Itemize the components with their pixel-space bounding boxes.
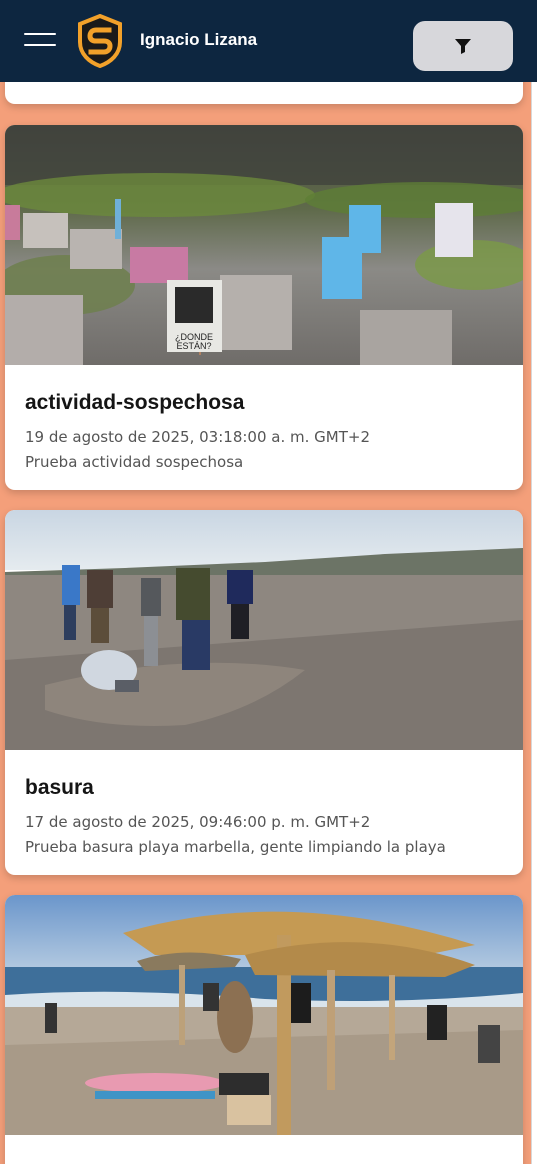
page: Ignacio Lizana ¿DONDE ESTÁN? actividad-s… <box>0 0 537 1164</box>
card-image: ¿DONDE ESTÁN? <box>5 125 523 365</box>
shield-s-logo <box>78 14 122 68</box>
card-image <box>5 510 523 750</box>
user-name: Ignacio Lizana <box>140 30 258 49</box>
card-date: 19 de agosto de 2025, 03:18:00 a. m. GMT… <box>25 428 370 446</box>
hamburger-menu-icon[interactable] <box>24 30 56 52</box>
card-activity[interactable]: ¿DONDE ESTÁN? actividad-sospechosa 19 de… <box>5 125 523 490</box>
card-trash[interactable]: basura 17 de agosto de 2025, 09:46:00 p.… <box>5 510 523 875</box>
svg-text:ESTÁN?: ESTÁN? <box>176 341 211 351</box>
scrollbar[interactable] <box>531 82 537 1164</box>
card-title: basura <box>25 776 94 799</box>
funnel-filter-icon <box>455 39 471 54</box>
filter-button[interactable] <box>413 21 513 71</box>
card-image <box>5 895 523 1135</box>
app-header: Ignacio Lizana <box>0 0 537 82</box>
card-description: Prueba actividad sospechosa <box>25 453 244 471</box>
card-title: actividad-sospechosa <box>25 391 245 414</box>
card-date: 17 de agosto de 2025, 09:46:00 p. m. GMT… <box>25 813 371 831</box>
card-description: Prueba basura playa marbella, gente limp… <box>25 838 446 856</box>
card-beach[interactable] <box>5 895 523 1164</box>
